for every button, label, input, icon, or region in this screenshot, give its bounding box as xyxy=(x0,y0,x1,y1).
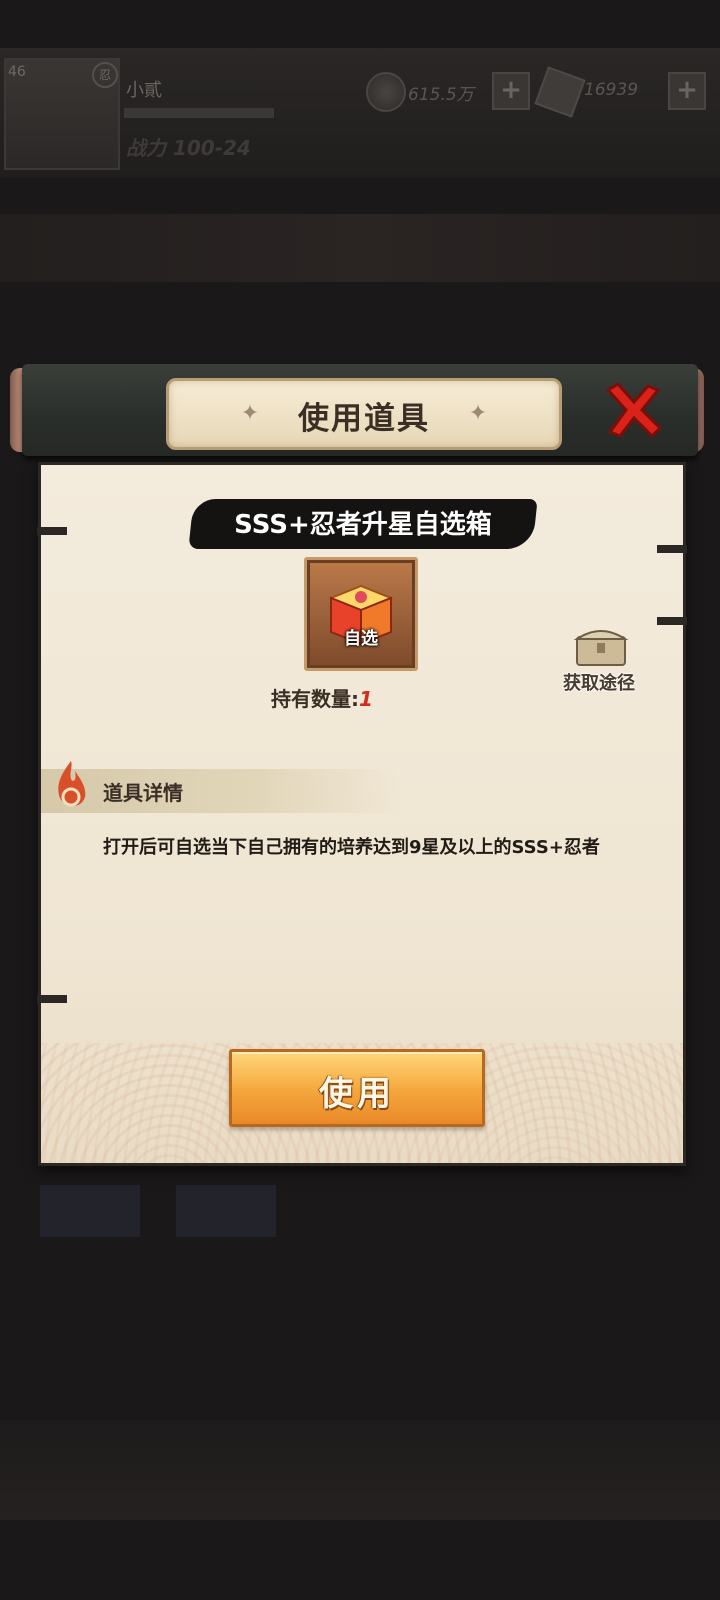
bottom-nav xyxy=(0,1420,720,1520)
hud-strip xyxy=(0,214,720,282)
bottom-tab xyxy=(40,1185,140,1237)
edge-decoration xyxy=(37,527,67,535)
item-slot[interactable]: 自选 xyxy=(304,557,418,671)
close-icon xyxy=(605,382,663,439)
edge-decoration xyxy=(657,545,687,553)
use-button-label: 使用 xyxy=(319,1074,395,1114)
edge-decoration xyxy=(37,995,67,1003)
quantity-label: 持有数量: xyxy=(271,687,359,711)
get-source-label: 获取途径 xyxy=(563,673,635,694)
dialog-title: 使用道具 xyxy=(298,401,430,437)
bottom-tabs xyxy=(40,1185,280,1237)
detail-title: 道具详情 xyxy=(103,781,183,805)
quantity-row: 持有数量:1 xyxy=(271,683,373,712)
use-item-dialog: ✦ ✦ 使用道具 SSS+忍者升星自选箱 自选 持有数量:1 获取途径 道具详情… xyxy=(8,358,712,1188)
flame-icon xyxy=(58,761,86,807)
edge-decoration xyxy=(657,617,687,625)
item-name: SSS+忍者升星自选箱 xyxy=(234,510,492,540)
bottom-tab xyxy=(176,1185,276,1237)
avatar-badge: 忍 xyxy=(92,62,118,88)
player-name: 小貳 xyxy=(126,80,162,101)
quantity-value: 1 xyxy=(359,687,373,711)
detail-header xyxy=(41,769,401,813)
gem-value: 16939 xyxy=(584,80,639,100)
treasure-chest-icon xyxy=(573,630,629,666)
title-plate: ✦ ✦ 使用道具 xyxy=(166,378,562,450)
player-level: 46 xyxy=(8,64,26,80)
coin-icon xyxy=(366,72,406,112)
power-value: 战力 100-24 xyxy=(126,136,251,160)
add-coins-button[interactable]: + xyxy=(492,72,530,110)
use-button[interactable]: 使用 xyxy=(229,1049,485,1127)
exp-bar xyxy=(124,108,274,118)
close-button[interactable] xyxy=(602,380,664,442)
item-tag: 自选 xyxy=(344,629,378,649)
get-source-button[interactable]: 获取途径 xyxy=(553,623,645,705)
add-gems-button[interactable]: + xyxy=(668,72,706,110)
detail-description: 打开后可自选当下自己拥有的培养达到9星及以上的SSS+忍者 xyxy=(103,837,600,858)
coin-value: 615.5万 xyxy=(408,85,474,105)
dialog-panel: SSS+忍者升星自选箱 自选 持有数量:1 获取途径 道具详情 打开后可自选当下… xyxy=(37,462,687,1166)
